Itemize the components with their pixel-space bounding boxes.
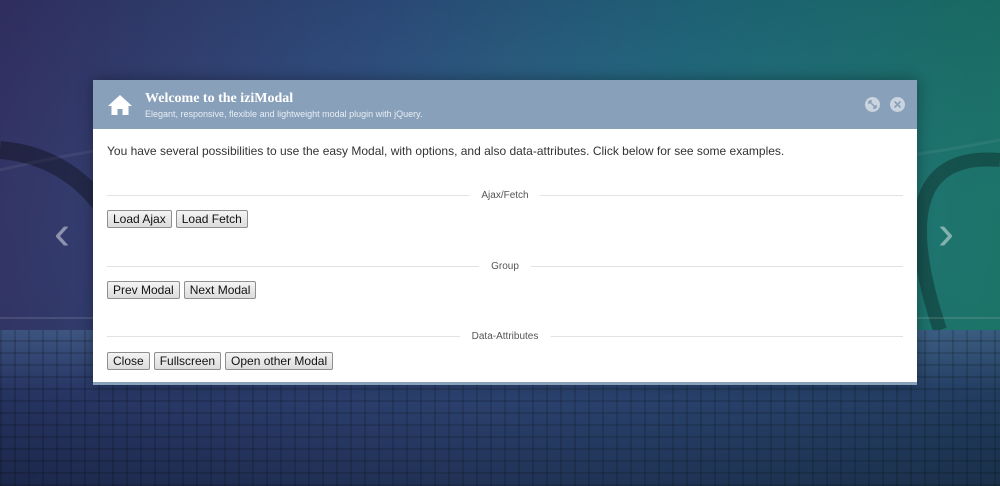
- load-ajax-button[interactable]: Load Ajax: [107, 210, 172, 228]
- section-separator-data-attributes: Data-Attributes: [107, 329, 903, 345]
- data-attributes-buttons: Close Fullscreen Open other Modal: [107, 352, 334, 370]
- close-button[interactable]: Close: [107, 352, 150, 370]
- fullscreen-button[interactable]: Fullscreen: [153, 352, 222, 370]
- modal-header: Welcome to the iziModal Elegant, respons…: [93, 80, 917, 129]
- modal-subtitle: Elegant, responsive, flexible and lightw…: [145, 109, 423, 119]
- section-separator-ajax-fetch: Ajax/Fetch: [107, 188, 903, 204]
- prev-slide-chevron-left-icon[interactable]: ‹: [48, 208, 76, 260]
- group-buttons: Prev Modal Next Modal: [107, 281, 257, 299]
- modal-body: You have several possibilities to use th…: [93, 129, 917, 382]
- fullscreen-icon[interactable]: [865, 97, 880, 112]
- section-label: Data-Attributes: [459, 329, 551, 345]
- modal-title: Welcome to the iziModal: [145, 91, 294, 106]
- next-slide-chevron-right-icon[interactable]: ›: [932, 208, 960, 260]
- close-icon[interactable]: [890, 97, 905, 112]
- load-fetch-button[interactable]: Load Fetch: [175, 210, 248, 228]
- section-separator-group: Group: [107, 259, 903, 275]
- intro-text: You have several possibilities to use th…: [107, 144, 785, 158]
- ajax-fetch-buttons: Load Ajax Load Fetch: [107, 210, 248, 228]
- prev-modal-button[interactable]: Prev Modal: [107, 281, 180, 299]
- home-icon: [108, 95, 132, 115]
- section-label: Group: [479, 259, 531, 275]
- open-other-modal-button[interactable]: Open other Modal: [225, 352, 334, 370]
- next-modal-button[interactable]: Next Modal: [183, 281, 257, 299]
- izimodal-dialog: Welcome to the iziModal Elegant, respons…: [93, 80, 917, 385]
- section-label: Ajax/Fetch: [469, 188, 541, 204]
